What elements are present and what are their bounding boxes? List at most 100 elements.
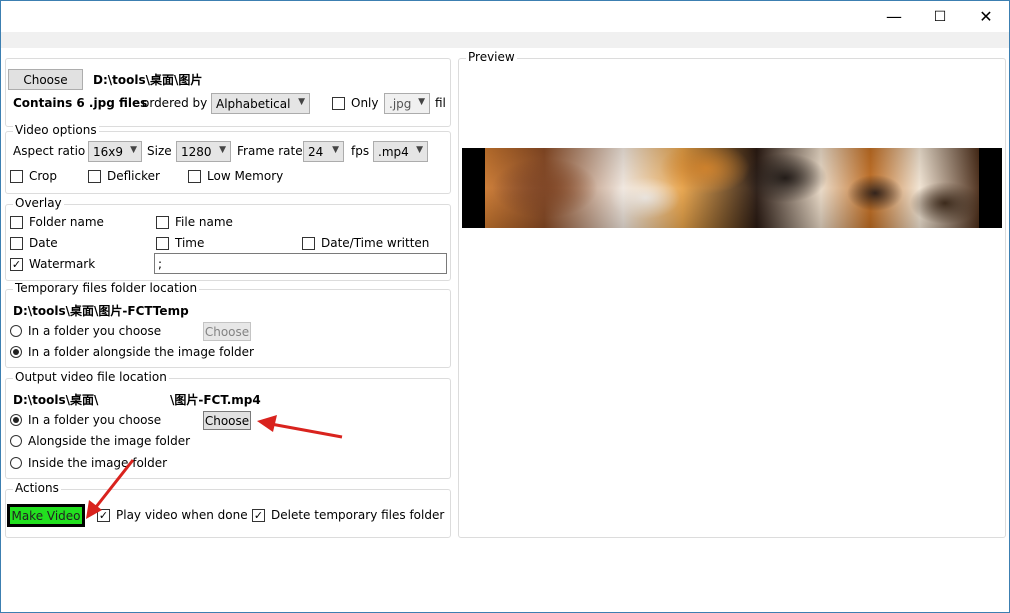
delete-temp-checkbox[interactable]: ✓ Delete temporary files folder [252,508,444,522]
overlay-title: Overlay [13,196,64,210]
folder-name-label: Folder name [29,215,104,229]
format-value: .mp4 [378,144,409,159]
temp-option-alongside-label: In a folder alongside the image folder [28,345,254,359]
video-options-title: Video options [13,123,99,137]
chevron-down-icon: ▼ [130,145,137,155]
checkbox-box [10,215,23,229]
radio-circle [10,435,22,447]
aspect-ratio-select[interactable]: 16x9 ▼ [88,141,142,162]
chevron-down-icon: ▼ [298,97,305,107]
deflicker-checkbox[interactable]: Deflicker [88,169,160,183]
fps-label: fps [351,144,370,158]
low-memory-checkbox[interactable]: Low Memory [188,169,283,183]
play-when-done-checkbox[interactable]: ✓ Play video when done [97,508,248,522]
minimize-icon: — [886,7,902,26]
output-path-file: \图片-FCT.mp4 [170,393,261,407]
crop-checkbox[interactable]: Crop [10,169,57,183]
temp-option-choose-radio[interactable]: In a folder you choose [10,324,161,338]
output-option-alongside-label: Alongside the image folder [28,434,191,448]
overlay-group: Overlay Folder name File name Date Time … [5,196,451,281]
menu-strip [1,32,1009,48]
watermark-checkbox[interactable]: ✓ Watermark [10,257,95,271]
radio-circle [10,325,22,337]
output-option-choose-label: In a folder you choose [28,413,162,427]
temp-folder-path: D:\tools\桌面\图片-FCTTemp [13,304,189,318]
output-choose-label: Choose [204,413,250,428]
temp-choose-button[interactable]: Choose [203,322,251,341]
only-label: Only [351,96,379,110]
checkbox-box [156,236,169,250]
fil-label: fil [435,96,446,110]
frame-rate-value: 24 [308,144,324,159]
make-video-label: Make Video [11,508,81,523]
play-when-done-label: Play video when done [116,508,248,522]
only-ext-value: .jpg [389,96,412,111]
output-option-choose-radio[interactable]: In a folder you choose [10,413,161,427]
only-checkbox[interactable]: Only [332,96,379,110]
watermark-label: Watermark [29,257,96,271]
aspect-ratio-label: Aspect ratio [13,144,86,158]
temp-choose-label: Choose [204,324,250,339]
preview-title: Preview [466,50,517,64]
preview-photo [485,148,979,228]
close-icon: ✕ [979,7,993,26]
chevron-down-icon: ▼ [332,145,339,155]
time-label: Time [175,236,205,250]
close-button[interactable]: ✕ [963,1,1009,32]
output-option-inside-label: Inside the image folder [28,456,168,470]
chevron-down-icon: ▼ [219,145,226,155]
radio-dot [13,417,19,423]
datetime-written-checkbox[interactable]: Date/Time written [302,236,429,250]
preview-image [462,148,1002,228]
checkbox-box [332,96,345,110]
title-bar: — ☐ ✕ [1,1,1009,32]
radio-dot [13,349,19,355]
folder-name-checkbox[interactable]: Folder name [10,215,104,229]
chevron-down-icon: ▼ [418,97,425,107]
file-name-checkbox[interactable]: File name [156,215,233,229]
date-label: Date [29,236,58,250]
temp-option-choose-label: In a folder you choose [28,324,162,338]
watermark-input[interactable]: ; [154,253,447,274]
preview-photo-shading [485,148,979,228]
checkbox-box [88,169,101,183]
chevron-down-icon: ▼ [416,145,423,155]
make-video-button[interactable]: Make Video [7,504,85,527]
actions-title: Actions [13,481,61,495]
order-select[interactable]: Alphabetical ▼ [211,93,310,114]
choose-source-button[interactable]: Choose [8,69,83,90]
order-select-value: Alphabetical [216,96,291,111]
output-option-alongside-radio[interactable]: Alongside the image folder [10,434,190,448]
checkmark-icon: ✓ [252,508,265,522]
maximize-icon: ☐ [933,8,947,25]
ordered-by-label: ordered by [142,96,208,110]
contains-text: Contains 6 .jpg files [13,96,148,110]
maximize-button[interactable]: ☐ [917,1,963,32]
only-ext-select[interactable]: .jpg ▼ [384,93,430,114]
watermark-input-value: ; [158,256,163,271]
checkmark-icon: ✓ [10,257,23,271]
date-checkbox[interactable]: Date [10,236,58,250]
frame-rate-select[interactable]: 24 ▼ [303,141,344,162]
checkbox-box [302,236,315,250]
file-name-label: File name [175,215,233,229]
crop-label: Crop [29,169,58,183]
low-memory-label: Low Memory [207,169,284,183]
aspect-ratio-value: 16x9 [93,144,124,159]
time-checkbox[interactable]: Time [156,236,204,250]
output-choose-button[interactable]: Choose [203,411,251,430]
size-select[interactable]: 1280 ▼ [176,141,231,162]
preview-group: Preview [458,50,1006,538]
checkbox-box [156,215,169,229]
choose-source-label: Choose [23,72,68,87]
format-select[interactable]: .mp4 ▼ [373,141,428,162]
minimize-button[interactable]: — [871,1,917,32]
temp-option-alongside-radio[interactable]: In a folder alongside the image folder [10,345,254,359]
temp-folder-title: Temporary files folder location [13,281,200,295]
size-value: 1280 [181,144,212,159]
radio-circle [10,457,22,469]
output-option-inside-radio[interactable]: Inside the image folder [10,456,167,470]
checkmark-icon: ✓ [97,508,110,522]
checkbox-box [10,169,23,183]
app-window: — ☐ ✕ Choose D:\tools\桌面\图片 Contains 6 .… [0,0,1010,613]
